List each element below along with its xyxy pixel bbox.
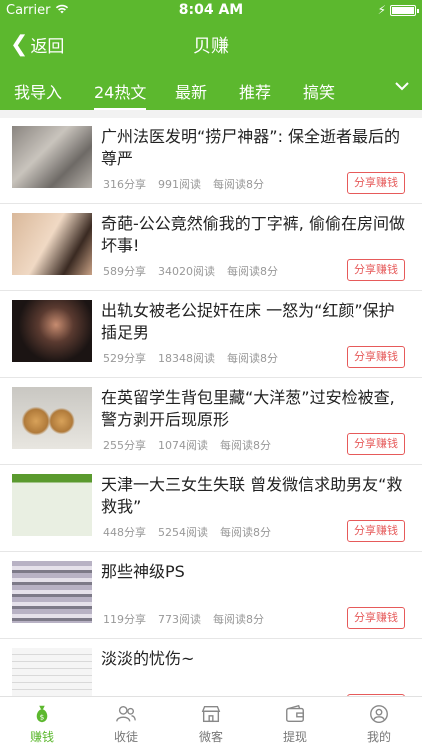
share-count: 255分享 [103,439,146,452]
page-title: 贝赚 [193,36,229,57]
read-count: 1074阅读 [158,439,208,452]
tab-weike-label: 微客 [198,730,223,744]
list-item[interactable]: 出轨女被老公捉奸在床 一怒为“红颜”保护插足男 529分享 18348阅读 每阅… [0,292,422,378]
reward-rate: 每阅读8分 [220,526,271,539]
article-thumbnail [12,648,92,696]
share-earn-button[interactable]: 分享赚钱 [347,172,405,194]
article-meta: 316分享 991阅读 每阅读8分 [103,176,264,192]
list-item[interactable]: 奇葩-公公竟然偷我的丁字裤, 偷偷在房间做坏事! 589分享 34020阅读 每… [0,205,422,291]
tab-latest[interactable]: 最新 [175,79,207,103]
wallet-icon [286,704,304,723]
reward-rate: 每阅读8分 [220,439,271,452]
tab-import[interactable]: 我导入 [14,79,62,103]
share-earn-button[interactable]: 分享赚钱 [347,607,405,629]
tab-recommend[interactable]: 推荐 [239,79,271,103]
read-count: 18348阅读 [158,352,215,365]
charging-icon: ⚡ [377,3,386,17]
read-count: 5254阅读 [158,526,208,539]
tab-withdraw-label: 提现 [282,730,307,744]
read-count: 991阅读 [158,178,201,191]
article-thumbnail [12,213,92,275]
user-icon [370,705,388,723]
tab-apprentice-label: 收徒 [113,730,138,744]
share-earn-button[interactable]: 分享赚钱 [347,520,405,542]
article-meta: 448分享 5254阅读 每阅读8分 [103,524,271,540]
nav-bar: ❮ 返回 贝赚 [0,20,422,66]
article-title: 在英留学生背包里藏“大洋葱”过安检被查, 警方剥开后现原形 [101,388,395,429]
share-earn-button[interactable]: 分享赚钱 [347,433,405,455]
article-meta: 529分享 18348阅读 每阅读8分 [103,350,278,366]
share-count: 529分享 [103,352,146,365]
share-count: 589分享 [103,265,146,278]
tab-withdraw[interactable]: 提现 [265,703,325,745]
tab-apprentice[interactable]: 收徒 [96,703,156,745]
tab-mine[interactable]: 我的 [349,703,409,745]
list-item[interactable]: 广州法医发明“捞尸神器”: 保全逝者最后的尊严 316分享 991阅读 每阅读8… [0,118,422,204]
users-icon [116,705,136,722]
list-item[interactable]: 在英留学生背包里藏“大洋葱”过安检被查, 警方剥开后现原形 255分享 1074… [0,379,422,465]
clock: 8:04 AM [178,2,244,18]
list-item[interactable]: 淡淡的忧伤~ 分享赚钱 [0,640,422,696]
money-bag-icon: $ [36,705,48,723]
list-item[interactable]: 那些神级PS 119分享 773阅读 每阅读8分 分享赚钱 [0,553,422,639]
tab-mine-label: 我的 [366,730,391,744]
tab-earn[interactable]: $ 赚钱 [12,703,72,745]
article-thumbnail [12,387,92,449]
chevron-down-icon[interactable] [394,78,410,94]
article-thumbnail [12,300,92,362]
share-count: 119分享 [103,613,146,626]
share-earn-button[interactable]: 分享赚钱 [347,346,405,368]
share-earn-button[interactable]: 分享赚钱 [347,259,405,281]
article-title: 淡淡的忧伤~ [101,649,195,668]
svg-text:$: $ [40,713,45,722]
article-list: 广州法医发明“捞尸神器”: 保全逝者最后的尊严 316分享 991阅读 每阅读8… [0,118,422,696]
article-meta: 119分享 773阅读 每阅读8分 [103,611,264,627]
battery-icon [390,5,419,16]
reward-rate: 每阅读8分 [227,265,278,278]
reward-rate: 每阅读8分 [213,178,264,191]
tab-funny[interactable]: 搞笑 [303,79,335,103]
read-count: 773阅读 [158,613,201,626]
share-count: 316分享 [103,178,146,191]
article-thumbnail [12,126,92,188]
bottom-tab-bar: $ 赚钱 收徒 微客 提现 我的 [0,696,422,750]
list-item[interactable]: 天津一大三女生失联 曾发微信求助男友“救救我” 448分享 5254阅读 每阅读… [0,466,422,552]
article-title: 奇葩-公公竟然偷我的丁字裤, 偷偷在房间做坏事! [101,214,405,255]
article-title: 出轨女被老公捉奸在床 一怒为“红颜”保护插足男 [101,301,395,342]
article-thumbnail [12,561,92,623]
article-title: 天津一大三女生失联 曾发微信求助男友“救救我” [101,475,403,516]
article-title: 那些神级PS [101,562,185,581]
reward-rate: 每阅读8分 [213,613,264,626]
share-count: 448分享 [103,526,146,539]
tab-weike[interactable]: 微客 [181,703,241,745]
reward-rate: 每阅读8分 [227,352,278,365]
read-count: 34020阅读 [158,265,215,278]
article-thumbnail [12,474,92,536]
category-tabs: 我导入 24热文 最新 推荐 搞笑 [0,66,422,110]
article-meta: 255分享 1074阅读 每阅读8分 [103,437,271,453]
article-title: 广州法医发明“捞尸神器”: 保全逝者最后的尊严 [101,127,401,168]
tab-24-hot[interactable]: 24热文 [94,79,147,110]
tab-earn-label: 赚钱 [29,730,54,744]
article-meta: 589分享 34020阅读 每阅读8分 [103,263,278,279]
status-bar: Carrier 8:04 AM ⚡ [0,0,422,20]
store-icon [201,705,221,723]
